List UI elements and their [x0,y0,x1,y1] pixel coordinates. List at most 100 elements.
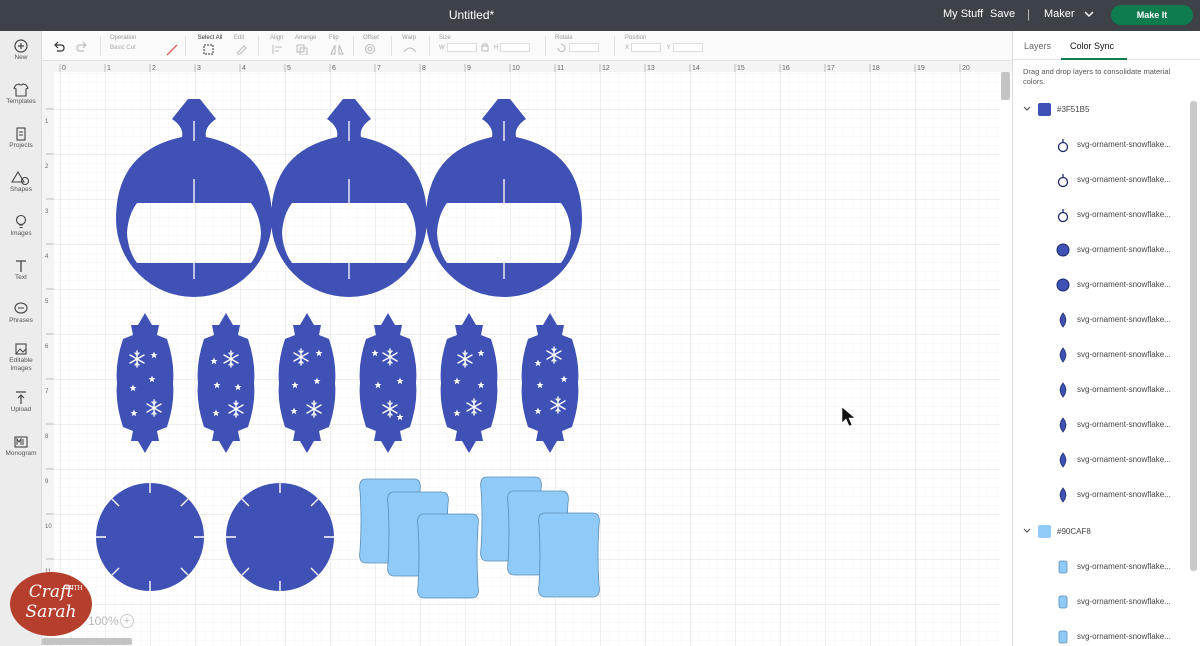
tool-upload[interactable]: Upload [0,390,42,414]
align-control[interactable]: Align [270,35,290,60]
flip-control[interactable]: Flip [329,35,349,60]
toolbar-divider [185,36,186,56]
align-icon [272,45,282,54]
tool-templates[interactable]: Templates [0,82,42,106]
tool-projects[interactable]: Projects [0,126,42,150]
canvas-vertical-scrollbar[interactable] [1001,72,1010,100]
toolbar-divider [429,36,430,56]
project-title[interactable]: Untitled* [0,8,943,22]
y-input[interactable] [672,42,703,52]
ruler-top [42,61,1012,72]
rotate-control[interactable]: Rotate [555,35,599,54]
tool-monogram[interactable]: Monogram [0,434,42,458]
color-swatch[interactable] [1038,103,1051,116]
tool-text[interactable]: Text [0,258,42,282]
tool-phrases[interactable]: Phrases [0,301,42,325]
edit-control[interactable]: Edit [234,35,254,60]
ruler-top-label: 11 [557,65,564,72]
layer-row[interactable]: svg-ornament-snowflake... [1055,170,1195,190]
layer-row[interactable]: svg-ornament-snowflake... [1055,275,1195,295]
zoom-level: 100% [88,614,119,628]
layer-row[interactable]: svg-ornament-snowflake... [1055,627,1195,646]
operation-control[interactable]: Operation Basic Cut [110,35,136,54]
tab-layers[interactable]: Layers [1024,41,1051,51]
flip-label: Flip [329,35,339,41]
tool-label: New [14,54,28,61]
canvas-horizontal-scrollbar[interactable] [42,638,132,645]
offset-control[interactable]: Offset [363,35,385,60]
zoom-in-button[interactable]: + [120,614,134,628]
my-stuff-link[interactable]: My Stuff [943,8,983,20]
tab-color-sync[interactable]: Color Sync [1070,41,1114,51]
chevron-down-icon[interactable] [1023,105,1031,113]
make-it-button[interactable]: Make It [1111,5,1193,25]
machine-label: Maker [1044,8,1075,20]
ornament-disc-1[interactable] [95,482,205,592]
tab-icon [1055,629,1071,645]
size-control[interactable]: Size W H [439,35,531,54]
color-swatch-icon[interactable] [166,44,178,56]
active-tab-indicator [1061,58,1127,60]
plus-circle-icon [14,39,28,53]
layer-row[interactable]: svg-ornament-snowflake... [1055,345,1195,365]
tab-piece-6[interactable] [538,512,600,598]
pos-x-label: X [625,45,630,51]
layer-row[interactable]: svg-ornament-snowflake... [1055,310,1195,330]
panel-icon [1055,347,1071,363]
ornament-ring-icon [1055,207,1071,223]
lock-icon[interactable] [480,42,490,52]
warp-control[interactable]: Warp [402,35,424,60]
rotate-input[interactable] [569,42,599,52]
layer-row[interactable]: svg-ornament-snowflake... [1055,557,1195,577]
tool-label: Templates [6,98,36,105]
height-input[interactable] [500,42,531,52]
tool-new[interactable]: New [0,38,42,62]
layer-row[interactable]: svg-ornament-snowflake... [1055,415,1195,435]
layer-row[interactable]: svg-ornament-snowflake... [1055,485,1195,505]
lightbulb-icon [15,214,27,228]
save-button[interactable]: Save [990,8,1015,20]
layer-row[interactable]: svg-ornament-snowflake... [1055,592,1195,612]
tool-shapes[interactable]: Shapes [0,170,42,194]
width-input[interactable] [446,42,477,52]
tool-editable-images[interactable]: Editable Images [0,341,42,373]
operation-label: Operation [110,35,137,41]
panel-scrollbar[interactable] [1190,101,1197,571]
layer-row[interactable]: svg-ornament-snowflake... [1055,135,1195,155]
x-input[interactable] [631,42,662,52]
layer-row[interactable]: svg-ornament-snowflake... [1055,380,1195,400]
machine-selector[interactable]: Maker [1044,8,1094,20]
select-all-icon [203,44,214,55]
size-h-label: H [494,45,499,51]
color-swatch[interactable] [1038,525,1051,538]
upload-icon [16,391,26,404]
select-all-control[interactable]: Select All [195,35,225,60]
align-label: Align [270,35,284,41]
layer-row[interactable]: svg-ornament-snowflake... [1055,240,1195,260]
operation-value: Basic Cut [110,45,136,51]
toolbar-divider [100,36,101,56]
layer-name: svg-ornament-snowflake... [1077,420,1171,429]
ornament-disc-2[interactable] [225,482,335,592]
layer-row[interactable]: svg-ornament-snowflake... [1055,450,1195,470]
design-canvas[interactable]: 0 1 2 3 4 5 6 7 8 9 10 11 12 13 14 15 16 17 18 19 20 1234567… [42,61,1012,646]
layer-name: svg-ornament-snowflake... [1077,175,1171,184]
ornament-ring-icon [1055,172,1071,188]
undo-icon[interactable] [52,40,66,54]
chevron-down-icon[interactable] [1023,527,1031,535]
layer-row[interactable]: svg-ornament-snowflake... [1055,205,1195,225]
redo-icon[interactable] [75,40,89,54]
tab-piece-3[interactable] [417,513,479,599]
color-sync-hint: Drag and drop layers to consolidate mate… [1023,67,1171,86]
arrange-control[interactable]: Arrange [295,35,319,60]
layer-name: svg-ornament-snowflake... [1077,245,1171,254]
circle-icon [1055,242,1071,258]
position-label: Position [625,35,647,41]
layer-name: svg-ornament-snowflake... [1077,385,1171,394]
arrange-icon [296,44,308,56]
color-hex-label: #3F51B5 [1057,105,1090,114]
tool-images[interactable]: Images [0,214,42,238]
position-control[interactable]: Position X Y [625,35,703,54]
size-w-label: W [439,45,445,51]
ruler-top-label: 13 [647,65,655,72]
